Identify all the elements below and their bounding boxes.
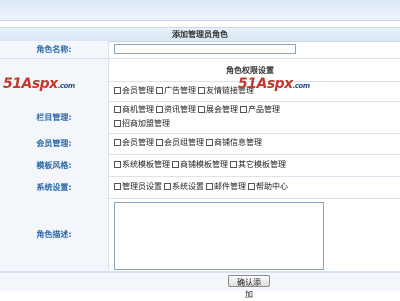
permission-checkbox[interactable]: 帮助中心 [248,181,288,192]
permission-line: 招商加盟管理 [114,117,172,129]
role-name-label: 角色名称: [0,41,109,58]
permission-checkbox[interactable]: 系统设置 [164,181,204,192]
permission-checkbox[interactable]: 招商加盟管理 [114,118,170,129]
watermark-logo: 51Aspx.com [238,76,310,92]
form-footer: 确认添加 [0,272,400,299]
permission-checkbox[interactable]: 展会管理 [198,104,238,115]
permission-checkbox[interactable]: 商铺信息管理 [206,137,262,148]
permission-checkbox[interactable]: 商铺模板管理 [172,159,228,170]
permission-checkbox[interactable]: 资讯管理 [156,104,196,115]
permission-group-label: 栏目管理: [0,101,109,133]
permission-checkbox[interactable]: 广告管理 [156,85,196,96]
permission-group-row: 系统设置: 管理员设置 系统设置 邮件管理 帮助中心 [0,176,400,199]
permission-checkbox[interactable]: 其它模板管理 [230,159,286,170]
permission-line: 管理员设置 系统设置 邮件管理 帮助中心 [114,180,290,192]
permission-group-label: 模板风格: [0,154,109,176]
page-title: 添加管理员角色 [0,27,400,42]
permission-group-row: 模板风格: 系统模板管理 商铺模板管理 其它模板管理 [0,154,400,177]
role-name-row: 角色名称: [0,41,400,59]
description-label: 角色描述: [0,198,109,271]
watermark-logo: 51Aspx.com [3,76,75,92]
permission-checkbox[interactable]: 会员管理 [114,85,154,96]
permission-group-row: 栏目管理: 商机管理 资讯管理 展会管理 产品管理 招商加盟管理 [0,101,400,134]
role-name-input[interactable] [114,44,296,54]
permission-line: 系统模板管理 商铺模板管理 其它模板管理 [114,158,288,170]
permission-checkbox[interactable]: 会员管理 [114,137,154,148]
top-banner [0,0,400,21]
permission-line: 商机管理 资讯管理 展会管理 产品管理 [114,103,282,115]
permission-group-label: 会员管理: [0,133,109,154]
submit-button[interactable]: 确认添加 [228,275,270,299]
permission-checkbox[interactable]: 会员组管理 [156,137,204,148]
permission-checkbox[interactable]: 产品管理 [240,104,280,115]
permission-checkbox[interactable]: 管理员设置 [114,181,162,192]
permission-group-label: 系统设置: [0,176,109,198]
description-row: 角色描述: [0,198,400,272]
description-textarea[interactable] [114,202,324,270]
permission-checkbox[interactable]: 邮件管理 [206,181,246,192]
permission-checkbox[interactable]: 商机管理 [114,104,154,115]
permission-checkbox[interactable]: 系统模板管理 [114,159,170,170]
permission-line: 会员管理 广告管理 友情链接管理 [114,84,256,96]
permissions-title: 角色权限设置 [226,66,274,75]
permission-line: 会员管理 会员组管理 商铺信息管理 [114,136,264,148]
permission-group-row: 会员管理: 会员管理 会员组管理 商铺信息管理 [0,133,400,155]
